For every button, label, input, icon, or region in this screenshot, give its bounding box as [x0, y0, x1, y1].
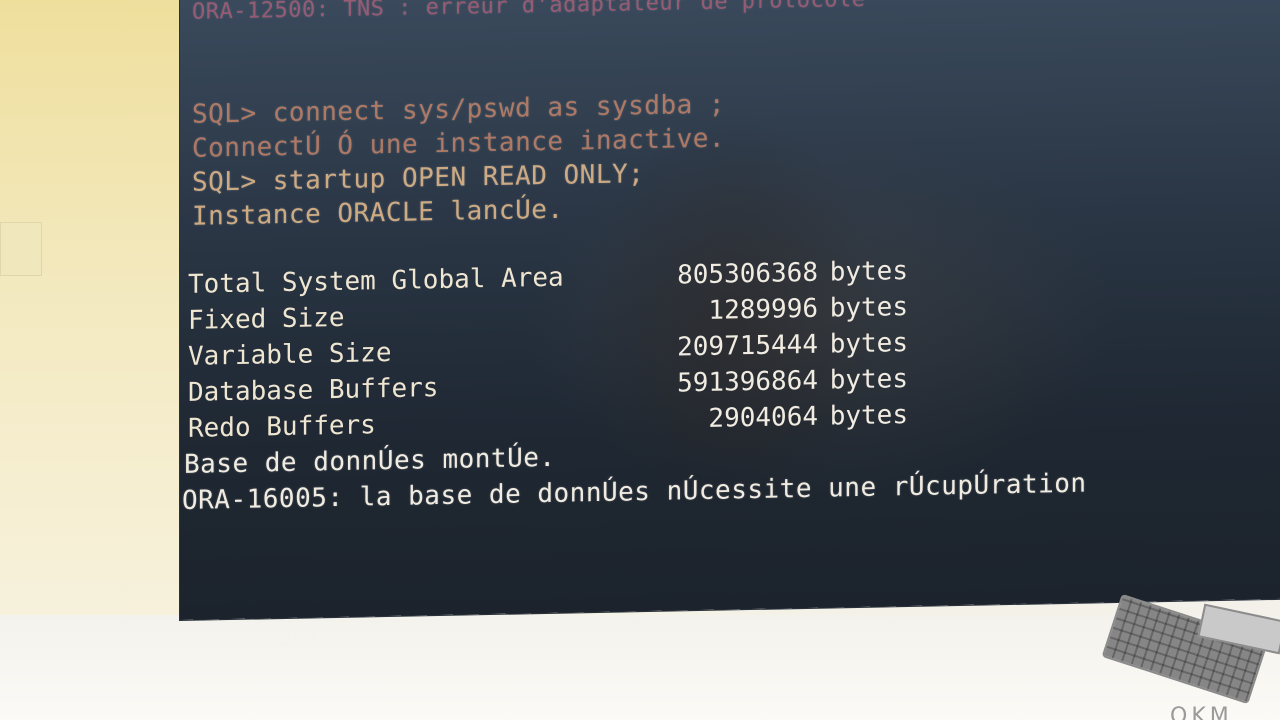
terminal-line-db-mounted: Base de donnÚes montÚe.: [184, 442, 556, 480]
photo-scene: ORA-12500: TNS : erreur d'adaptateur de …: [0, 0, 1280, 720]
monitor-bezel: [0, 0, 200, 720]
memory-unit: bytes: [829, 400, 908, 432]
memory-label: Variable Size: [188, 337, 392, 372]
memory-value: 2904064: [708, 401, 818, 434]
memory-unit: bytes: [829, 328, 908, 360]
memory-label: Total System Global Area: [188, 262, 564, 300]
memory-unit: bytes: [829, 292, 908, 324]
memory-value: 1289996: [708, 293, 818, 326]
memory-label: Redo Buffers: [188, 410, 376, 444]
terminal-line-connect-command: SQL> connect sys/pswd as sysdba ;: [192, 89, 726, 130]
terminal-line-connected: ConnectÚ Ó une instance inactive.: [192, 123, 726, 164]
sqlplus-terminal-window[interactable]: ORA-12500: TNS : erreur d'adaptateur de …: [180, 0, 1280, 652]
memory-label: Fixed Size: [188, 302, 345, 336]
memory-unit: bytes: [829, 364, 908, 396]
bezel-sticker: [0, 222, 42, 276]
memory-value: 805306368: [677, 257, 818, 291]
sql-prompt[interactable]: SQL>: [180, 591, 342, 684]
memory-value: 591396864: [677, 365, 818, 399]
memory-value: 209715444: [677, 329, 818, 363]
memory-unit: bytes: [829, 256, 908, 288]
corner-label: OKM: [1170, 704, 1233, 720]
sql-prompt-label: SQL>: [276, 620, 342, 653]
terminal-line-faded-error: ORA-12500: TNS : erreur d'adaptateur de …: [192, 0, 866, 25]
memory-label: Database Buffers: [188, 373, 439, 408]
terminal-line-startup-command: SQL> startup OPEN READ ONLY;: [192, 159, 645, 198]
terminal-line-instance-started: Instance ORACLE lancÚe.: [192, 194, 564, 232]
